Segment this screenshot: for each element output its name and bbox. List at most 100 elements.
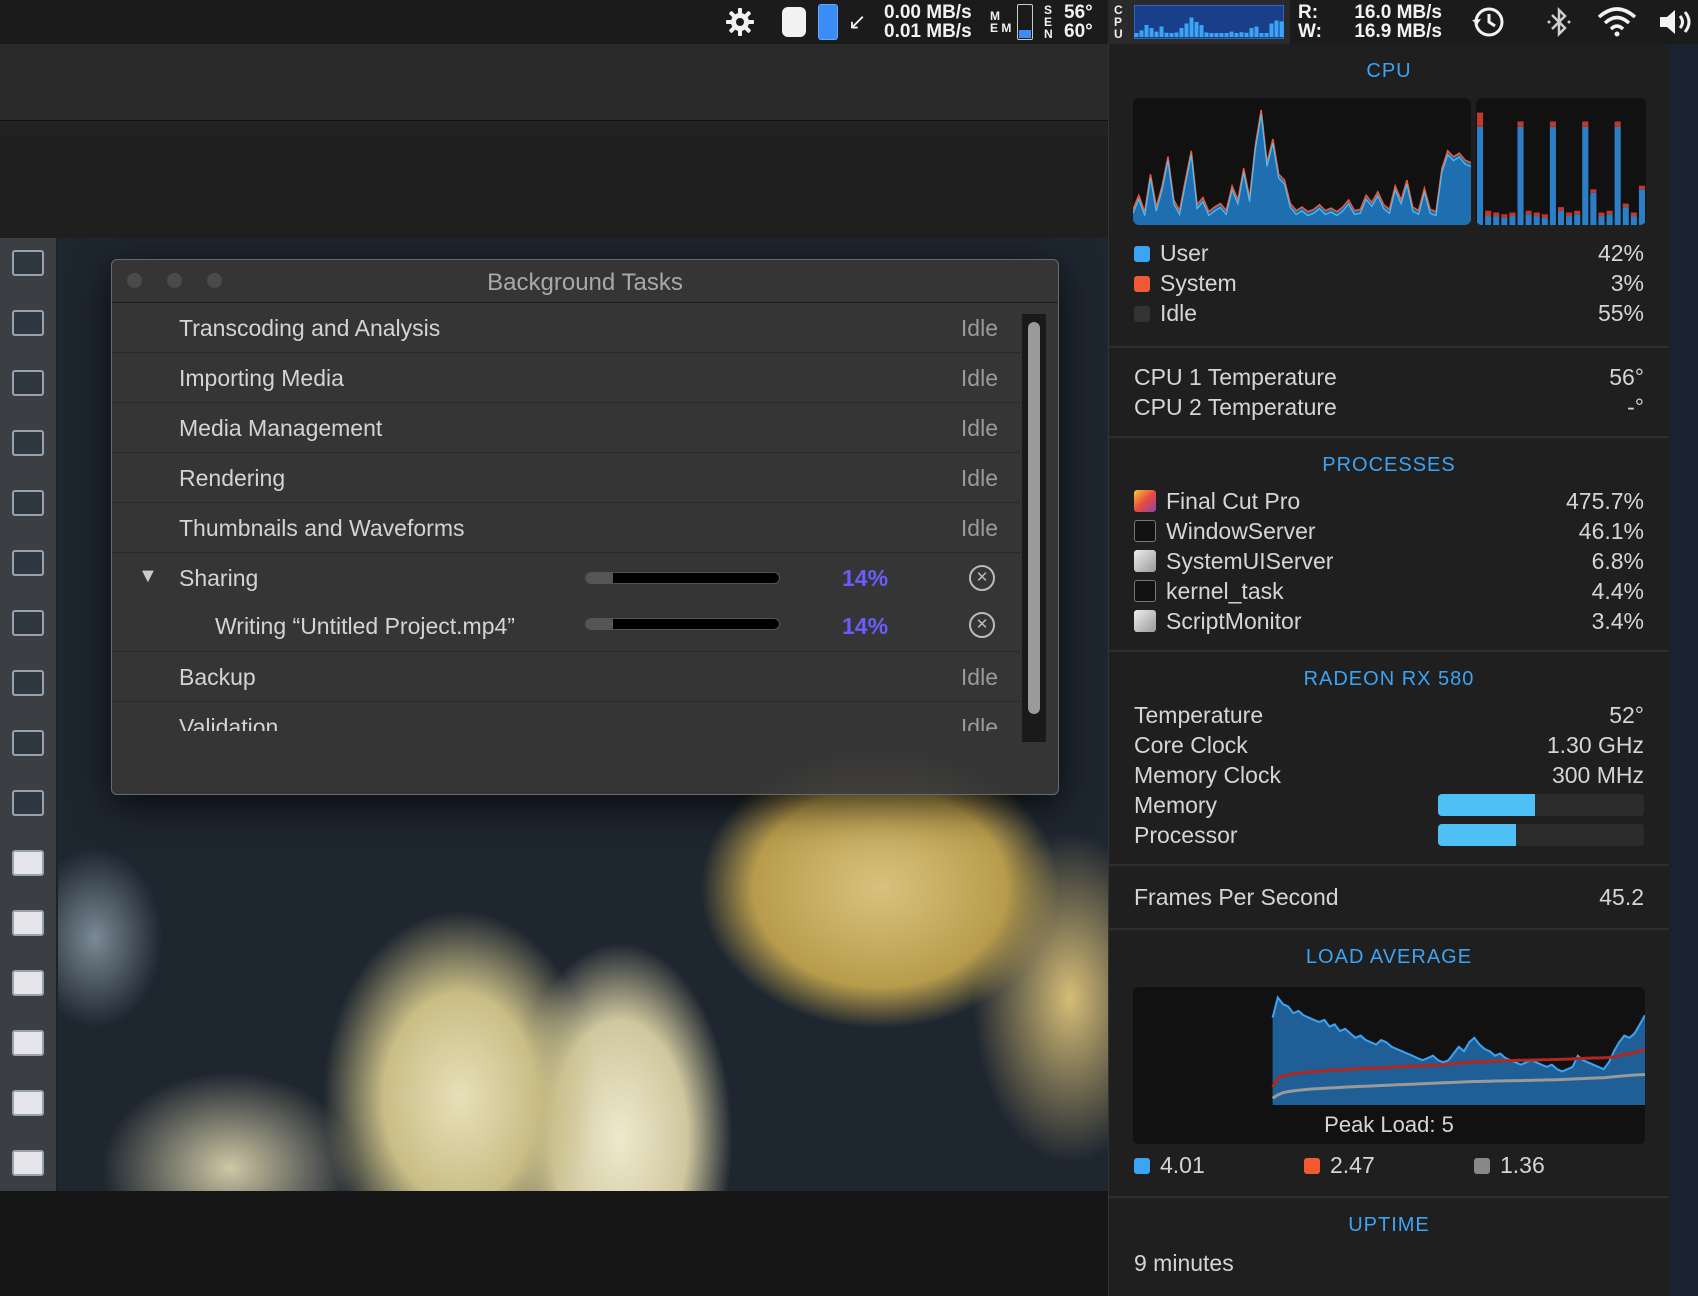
- filmstrip-frame[interactable]: [12, 790, 44, 816]
- gear-icon[interactable]: [724, 0, 756, 44]
- time-machine-icon[interactable]: [1470, 0, 1506, 44]
- disk-labels[interactable]: R: W:: [1298, 0, 1322, 44]
- filmstrip-frame[interactable]: [12, 670, 44, 696]
- process-row[interactable]: SystemUIServer 6.8%: [1134, 546, 1644, 576]
- wifi-icon[interactable]: [1596, 0, 1638, 44]
- memory-gauge-icon[interactable]: [818, 0, 838, 44]
- filmstrip-frame[interactable]: [12, 550, 44, 576]
- fps-value: 45.2: [1599, 883, 1644, 910]
- cpu-menu-bar: [1274, 20, 1279, 37]
- filmstrip-frame[interactable]: [12, 610, 44, 636]
- task-status: Idle: [960, 714, 998, 731]
- task-row[interactable]: Importing Media Idle: [112, 353, 1020, 403]
- cpu-menu-bar: [1249, 28, 1254, 37]
- filmstrip-frame[interactable]: [12, 370, 44, 396]
- divider: [1109, 650, 1669, 652]
- disclosure-triangle-icon[interactable]: ▼: [138, 565, 158, 588]
- process-row[interactable]: ScriptMonitor 3.4%: [1134, 606, 1644, 636]
- task-name: Validation: [179, 714, 279, 731]
- cpu-menu[interactable]: C P U: [1108, 0, 1290, 44]
- filmstrip-frame[interactable]: [12, 250, 44, 276]
- load-legend: 4.01 2.47 1.36: [1134, 1152, 1644, 1182]
- filmstrip[interactable]: [0, 238, 58, 1191]
- process-row[interactable]: kernel_task 4.4%: [1134, 576, 1644, 606]
- cancel-sharing-icon[interactable]: ✕: [969, 565, 995, 591]
- volume-icon[interactable]: [1658, 0, 1694, 44]
- task-list-scrollbar[interactable]: [1022, 314, 1046, 742]
- cpu-core-system-bar: [1638, 185, 1645, 190]
- cpu-core-system-bar: [1566, 212, 1573, 217]
- sensor-label: S E N: [1044, 3, 1053, 41]
- task-row[interactable]: Validation Idle: [112, 702, 1020, 731]
- filmstrip-frame[interactable]: [12, 430, 44, 456]
- gpu-processor-row: Processor: [1134, 820, 1644, 850]
- cpu-idle-row: Idle 55%: [1134, 298, 1644, 328]
- cpu-core-user-bar: [1525, 214, 1532, 225]
- task-row[interactable]: Backup Idle: [112, 652, 1020, 702]
- process-row[interactable]: Final Cut Pro 475.7%: [1134, 486, 1644, 516]
- cpu-core-user-bar: [1566, 216, 1573, 225]
- sensor-menu[interactable]: S E N: [1044, 0, 1056, 44]
- scrollbar-thumb[interactable]: [1028, 322, 1040, 714]
- filmstrip-frame[interactable]: [12, 1150, 44, 1176]
- sensor-temps[interactable]: 56° 60°: [1064, 0, 1093, 44]
- task-row[interactable]: Media Management Idle: [112, 403, 1020, 453]
- load-1-swatch: [1134, 1158, 1150, 1174]
- task-row[interactable]: Transcoding and Analysis Idle: [112, 303, 1020, 353]
- cpu-menu-bar: [1154, 31, 1159, 37]
- cpu-core-system-bar: [1485, 210, 1492, 217]
- task-name: Rendering: [179, 465, 286, 491]
- cpu-menu-bar: [1234, 33, 1239, 37]
- task-row[interactable]: Rendering Idle: [112, 453, 1020, 503]
- gpu-temp-row: Temperature 52°: [1134, 701, 1644, 728]
- network-speeds[interactable]: 0.00 MB/s 0.01 MB/s: [884, 0, 972, 44]
- cpu-temp-2-row: CPU 2 Temperature -°: [1134, 393, 1644, 420]
- sharing-percent: 14%: [842, 565, 889, 591]
- cpu-menu-bar: [1149, 28, 1154, 37]
- filmstrip-frame[interactable]: [12, 310, 44, 336]
- cpu-core-user-bar: [1517, 126, 1524, 225]
- filmstrip-frame[interactable]: [12, 850, 44, 876]
- task-row[interactable]: Thumbnails and Waveforms Idle: [112, 503, 1020, 553]
- filmstrip-frame[interactable]: [12, 970, 44, 996]
- cpu-menu-bar: [1174, 32, 1179, 37]
- bluetooth-icon[interactable]: [1546, 0, 1572, 44]
- final-cut-pro-icon: [1134, 489, 1156, 512]
- cpu-core-system-bar: [1606, 210, 1613, 215]
- filmstrip-frame[interactable]: [12, 910, 44, 936]
- filmstrip-frame[interactable]: [12, 730, 44, 756]
- window-title: Background Tasks: [487, 269, 683, 296]
- task-status: Idle: [960, 315, 998, 341]
- task-row-sharing[interactable]: ▼ Sharing 14% ✕: [112, 553, 1020, 603]
- filmstrip-frame[interactable]: [12, 490, 44, 516]
- fcp-divider: [0, 120, 1108, 137]
- battery-menu-icon[interactable]: [782, 0, 806, 44]
- cpu-temp-1-value: 56°: [1609, 363, 1644, 390]
- cpu-menu-bar: [1194, 22, 1199, 37]
- cpu-menu-bar: [1179, 28, 1184, 37]
- uptime-row: 9 minutes: [1134, 1248, 1644, 1278]
- mem-menu-label[interactable]: ME M: [990, 0, 1034, 44]
- cpu-core-system-bar: [1630, 212, 1637, 217]
- disk-speeds[interactable]: 16.0 MB/s 16.9 MB/s: [1350, 0, 1442, 44]
- cancel-writing-icon[interactable]: ✕: [969, 612, 995, 638]
- cpu-core-user-bar: [1533, 216, 1540, 225]
- writing-progress-bar: [585, 618, 780, 630]
- cpu-user-row: User 42%: [1134, 238, 1644, 268]
- process-row[interactable]: WindowServer 46.1%: [1134, 516, 1644, 546]
- cpu-core-user-bar: [1598, 216, 1605, 225]
- cpu-core-system-bar: [1582, 121, 1589, 127]
- cpu-core-system-bar: [1549, 121, 1556, 127]
- cpu-label: C P U: [1114, 3, 1123, 41]
- cpu-core-system-bar: [1590, 189, 1597, 193]
- task-row-writing[interactable]: Writing “Untitled Project.mp4” 14% ✕: [112, 603, 1020, 652]
- cpu-system-row: System 3%: [1134, 268, 1644, 298]
- cpu-core-user-bar: [1477, 126, 1484, 225]
- uptime-section-title: UPTIME: [1348, 1214, 1430, 1236]
- filmstrip-frame[interactable]: [12, 1090, 44, 1116]
- cpu-core-system-bar: [1574, 210, 1581, 215]
- window-titlebar[interactable]: Background Tasks: [112, 260, 1058, 303]
- cpu-core-system-bar: [1614, 121, 1621, 127]
- sensor-temp-2: 60°: [1064, 21, 1093, 42]
- filmstrip-frame[interactable]: [12, 1030, 44, 1056]
